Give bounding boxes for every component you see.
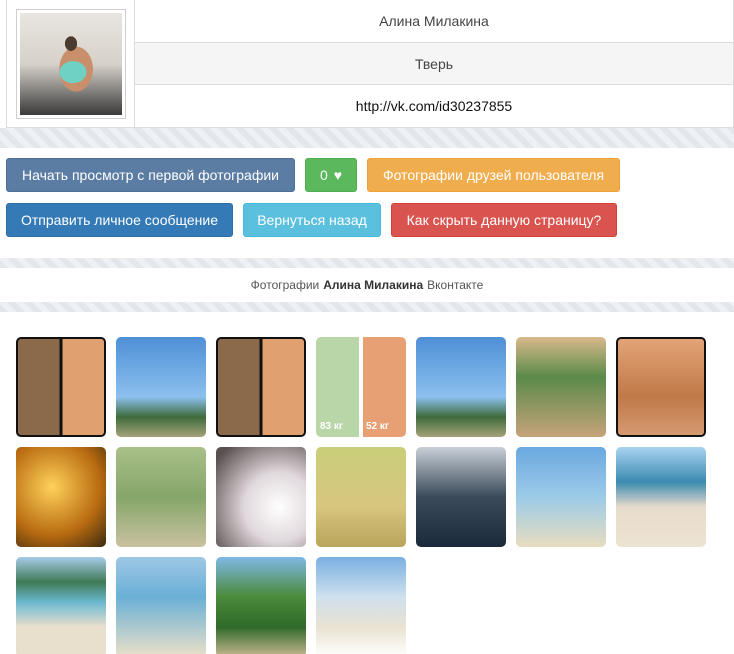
photo-thumbnail[interactable] [16, 337, 106, 437]
avatar[interactable] [15, 9, 126, 119]
photo-thumbnail[interactable] [116, 447, 206, 547]
photo-thumbnail[interactable] [116, 337, 206, 437]
profile-info: Алина Милакина Тверь http://vk.com/id302… [135, 0, 733, 127]
profile-card: Алина Милакина Тверь http://vk.com/id302… [6, 0, 734, 128]
photo-thumbnail[interactable] [516, 447, 606, 547]
go-back-button[interactable]: Вернуться назад [243, 203, 381, 237]
photo-thumbnail[interactable] [616, 447, 706, 547]
photo-thumbnail[interactable] [316, 557, 406, 654]
photo-thumbnail[interactable] [416, 337, 506, 437]
caption-prefix: Фотографии [250, 278, 320, 292]
action-panel: Начать просмотр с первой фотографии 0 ♥ … [0, 148, 734, 258]
like-count: 0 [319, 167, 328, 183]
pattern-divider [0, 302, 734, 312]
photo-thumbnail[interactable] [416, 447, 506, 547]
weight-before-label: 83 кг [320, 421, 344, 432]
hide-page-button[interactable]: Как скрыть данную страницу? [391, 203, 617, 237]
photo-thumbnail[interactable] [316, 447, 406, 547]
photo-thumbnail[interactable] [216, 447, 306, 547]
photo-thumbnail[interactable] [216, 337, 306, 437]
gallery-caption: Фотографии Алина Милакина Вконтакте [0, 268, 734, 302]
start-view-button[interactable]: Начать просмотр с первой фотографии [6, 158, 295, 192]
photo-thumbnail[interactable] [116, 557, 206, 654]
photo-thumbnail[interactable] [516, 337, 606, 437]
like-button[interactable]: 0 ♥ [305, 158, 357, 192]
profile-city: Тверь [135, 42, 733, 86]
photo-thumbnail[interactable] [216, 557, 306, 654]
send-message-button[interactable]: Отправить личное сообщение [6, 203, 233, 237]
profile-url[interactable]: http://vk.com/id30237855 [135, 85, 733, 127]
weight-after-label: 52 кг [366, 421, 390, 432]
photo-thumbnail[interactable]: 83 кг 52 кг [316, 337, 406, 437]
pattern-divider [0, 128, 734, 148]
photo-thumbnail[interactable] [16, 557, 106, 654]
caption-name: Алина Милакина [323, 278, 424, 292]
avatar-image [19, 13, 122, 115]
photo-thumbnail[interactable] [16, 447, 106, 547]
pattern-divider [0, 258, 734, 268]
avatar-cell [7, 0, 135, 128]
friends-photos-button[interactable]: Фотографии друзей пользователя [367, 158, 620, 192]
photo-gallery: 83 кг 52 кг [0, 312, 734, 654]
heart-icon: ♥ [333, 167, 343, 183]
profile-name: Алина Милакина [135, 0, 733, 43]
photo-thumbnail[interactable] [616, 337, 706, 437]
caption-suffix: Вконтакте [427, 278, 484, 292]
